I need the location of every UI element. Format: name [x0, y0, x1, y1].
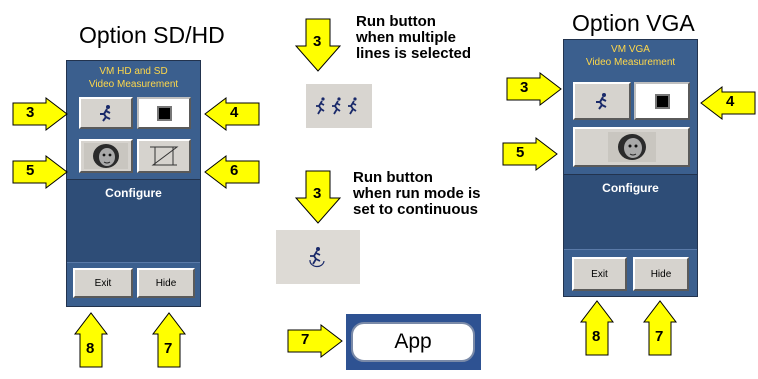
vga-configure-label: Configure — [602, 181, 659, 195]
run-continuous-button[interactable] — [276, 230, 360, 284]
stop-button[interactable] — [137, 97, 191, 129]
continuous-run-icon — [309, 247, 325, 268]
hide-button[interactable]: Hide — [137, 268, 195, 298]
exit-button[interactable]: Exit — [572, 257, 627, 291]
hide-button[interactable]: Hide — [633, 257, 689, 291]
run-button[interactable] — [573, 82, 631, 120]
cursor-button[interactable] — [137, 139, 191, 173]
cursor-waveform-icon — [150, 146, 179, 166]
callout-number: 7 — [164, 340, 173, 357]
callout-number: 8 — [86, 340, 95, 357]
sd-hd-heading: Option SD/HD — [79, 22, 225, 48]
callout-number: 4 — [726, 93, 735, 110]
callout-number: 5 — [26, 162, 35, 179]
callout-number: 3 — [520, 79, 529, 96]
multi-runner-icon — [316, 97, 357, 115]
callout-arrow-exit: 8 — [73, 312, 109, 368]
callout-arrow-run: 3 — [12, 96, 68, 132]
stop-button[interactable] — [634, 82, 690, 120]
runner-icon — [100, 105, 111, 122]
callout-arrow-cursor: 6 — [204, 154, 260, 190]
run-multiple-note: Run button when multiple lines is select… — [356, 13, 472, 62]
vga-panel-title-1: VM VGA — [611, 44, 650, 55]
callout-number: 3 — [313, 185, 322, 202]
sd-hd-configure-area: Configure — [67, 179, 200, 263]
callout-arrow-stop: 4 — [700, 85, 756, 121]
callout-number: 3 — [313, 33, 322, 50]
vga-panel-title-2: Video Measurement — [585, 57, 676, 68]
callout-arrow-hide: 7 — [642, 300, 678, 356]
callout-number: 4 — [230, 104, 239, 121]
hide-button-label: Hide — [155, 277, 177, 289]
callout-number: 5 — [516, 144, 525, 161]
callout-arrow-acquire: 5 — [502, 136, 558, 172]
callout-arrow-hide: 7 — [151, 312, 187, 368]
sd-hd-panel-title-1: VM HD and SD — [99, 66, 168, 77]
run-continuous-note: Run button when run mode is set to conti… — [353, 169, 481, 218]
callout-number: 7 — [301, 331, 310, 348]
callout-arrow-acquire: 5 — [12, 154, 68, 190]
run-multiple-button[interactable] — [306, 84, 372, 128]
stop-icon — [654, 93, 670, 109]
hide-button-label: Hide — [650, 268, 672, 280]
sd-hd-panel: VM HD and SD Video Measurement Configure… — [66, 60, 201, 307]
callout-arrow-run: 3 — [506, 71, 562, 107]
sd-hd-configure-label: Configure — [105, 186, 162, 200]
face-image-icon — [607, 132, 656, 162]
app-button[interactable]: App — [351, 322, 475, 362]
callout-number: 3 — [26, 104, 35, 121]
sd-hd-panel-title-2: Video Measurement — [88, 79, 179, 90]
callout-number: 8 — [592, 328, 601, 345]
run-button[interactable] — [79, 97, 133, 129]
acquire-button[interactable] — [573, 127, 690, 167]
runner-icon — [596, 93, 607, 110]
face-image-icon — [84, 143, 128, 169]
app-toolbar: App — [346, 314, 481, 370]
acquire-button[interactable] — [79, 139, 133, 173]
vga-panel: VM VGA Video Measurement Configure Exit … — [563, 39, 698, 297]
callout-number: 7 — [655, 328, 664, 345]
app-button-label: App — [394, 330, 432, 353]
exit-button-label: Exit — [591, 268, 608, 280]
callout-arrow-stop: 4 — [204, 96, 260, 132]
vga-configure-area: Configure — [564, 174, 697, 250]
exit-button[interactable]: Exit — [73, 268, 133, 298]
vga-heading: Option VGA — [572, 10, 695, 36]
stop-icon — [156, 105, 172, 121]
callout-arrow-run-multiple: 3 — [294, 18, 342, 72]
callout-number: 6 — [230, 162, 239, 179]
exit-button-label: Exit — [94, 277, 112, 289]
callout-arrow-exit: 8 — [579, 300, 615, 356]
callout-arrow-app: 7 — [287, 323, 343, 359]
callout-arrow-run-continuous: 3 — [294, 170, 342, 224]
